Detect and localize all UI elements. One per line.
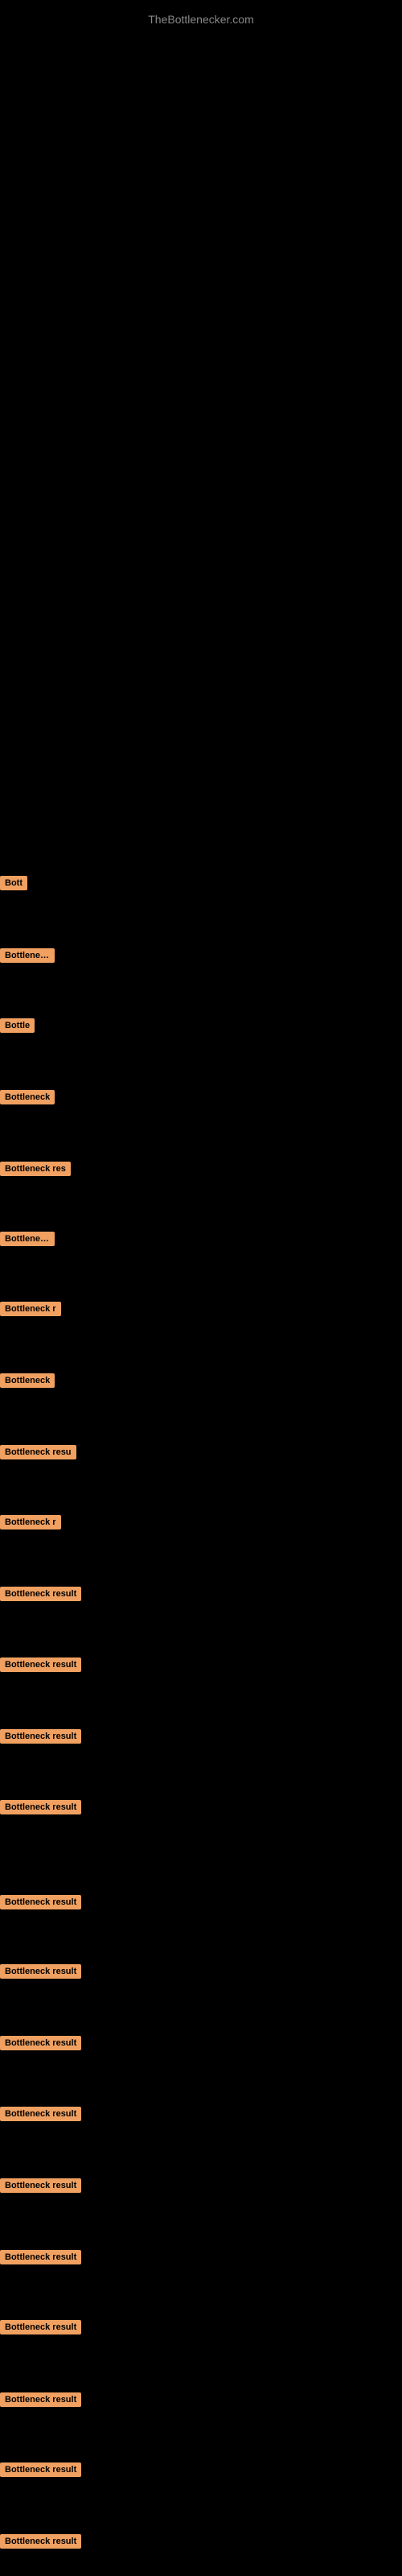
bottleneck-result-badge[interactable]: Bottleneck bbox=[0, 1373, 55, 1388]
bottleneck-result-badge[interactable]: Bottleneck resu bbox=[0, 1445, 76, 1459]
bottleneck-result-badge[interactable]: Bottle bbox=[0, 1018, 35, 1033]
badge-row-24: Bottleneck result bbox=[0, 2534, 81, 2553]
badge-row-9: Bottleneck resu bbox=[0, 1445, 76, 1463]
badge-row-13: Bottleneck result bbox=[0, 1729, 81, 1748]
badge-row-3: Bottle bbox=[0, 1018, 35, 1037]
bottleneck-result-badge[interactable]: Bottleneck result bbox=[0, 2178, 81, 2193]
badge-row-19: Bottleneck result bbox=[0, 2178, 81, 2197]
badge-row-10: Bottleneck r bbox=[0, 1515, 61, 1534]
page-container: TheBottlenecker.com Bott Bottleneck Bottle… bbox=[0, 0, 402, 2576]
bottleneck-result-badge[interactable]: Bottleneck bbox=[0, 1090, 55, 1104]
bottleneck-result-badge[interactable]: Bottleneck result bbox=[0, 1964, 81, 1979]
bottleneck-result-badge[interactable]: Bottleneck result bbox=[0, 2107, 81, 2121]
bottleneck-result-badge[interactable]: Bottleneck result bbox=[0, 1587, 81, 1601]
badge-row-11: Bottleneck result bbox=[0, 1587, 81, 1605]
badge-row-17: Bottleneck result bbox=[0, 2036, 81, 2054]
badge-row-6: Bottleneck bbox=[0, 1232, 55, 1250]
bottleneck-result-badge[interactable]: Bottleneck result bbox=[0, 1657, 81, 1672]
bottleneck-result-badge[interactable]: Bottleneck r bbox=[0, 1302, 61, 1316]
badge-row-16: Bottleneck result bbox=[0, 1964, 81, 1983]
badge-row-15: Bottleneck result bbox=[0, 1895, 81, 1913]
bottleneck-result-badge[interactable]: Bottleneck r bbox=[0, 1515, 61, 1530]
bottleneck-result-badge[interactable]: Bottleneck res bbox=[0, 1162, 71, 1176]
bottleneck-result-badge[interactable]: Bottleneck result bbox=[0, 2462, 81, 2477]
bottleneck-result-badge[interactable]: Bottleneck result bbox=[0, 1729, 81, 1744]
badge-row-1: Bott bbox=[0, 876, 27, 894]
badge-row-12: Bottleneck result bbox=[0, 1657, 81, 1676]
badge-row-7: Bottleneck r bbox=[0, 1302, 61, 1320]
badge-row-18: Bottleneck result bbox=[0, 2107, 81, 2125]
badge-row-8: Bottleneck bbox=[0, 1373, 55, 1392]
bottleneck-result-badge[interactable]: Bottleneck result bbox=[0, 2534, 81, 2549]
badge-row-23: Bottleneck result bbox=[0, 2462, 81, 2481]
site-title: TheBottlenecker.com bbox=[0, 6, 402, 32]
badge-row-20: Bottleneck result bbox=[0, 2250, 81, 2268]
bottleneck-result-badge[interactable]: Bottleneck result bbox=[0, 2320, 81, 2334]
bottleneck-result-badge[interactable]: Bottleneck result bbox=[0, 2036, 81, 2050]
badge-row-21: Bottleneck result bbox=[0, 2320, 81, 2339]
badge-row-4: Bottleneck bbox=[0, 1090, 55, 1108]
bottleneck-result-badge[interactable]: Bottleneck result bbox=[0, 2250, 81, 2264]
bottleneck-result-badge[interactable]: Bottleneck result bbox=[0, 1800, 81, 1814]
badge-row-14: Bottleneck result bbox=[0, 1800, 81, 1818]
bottleneck-result-badge[interactable]: Bottleneck result bbox=[0, 1895, 81, 1909]
bottleneck-result-badge[interactable]: Bottleneck result bbox=[0, 2392, 81, 2407]
badge-row-22: Bottleneck result bbox=[0, 2392, 81, 2411]
bottleneck-result-badge[interactable]: Bottleneck bbox=[0, 948, 55, 963]
badge-row-5: Bottleneck res bbox=[0, 1162, 71, 1180]
bottleneck-result-badge[interactable]: Bott bbox=[0, 876, 27, 890]
badge-row-2: Bottleneck bbox=[0, 948, 55, 967]
bottleneck-result-badge[interactable]: Bottleneck bbox=[0, 1232, 55, 1246]
